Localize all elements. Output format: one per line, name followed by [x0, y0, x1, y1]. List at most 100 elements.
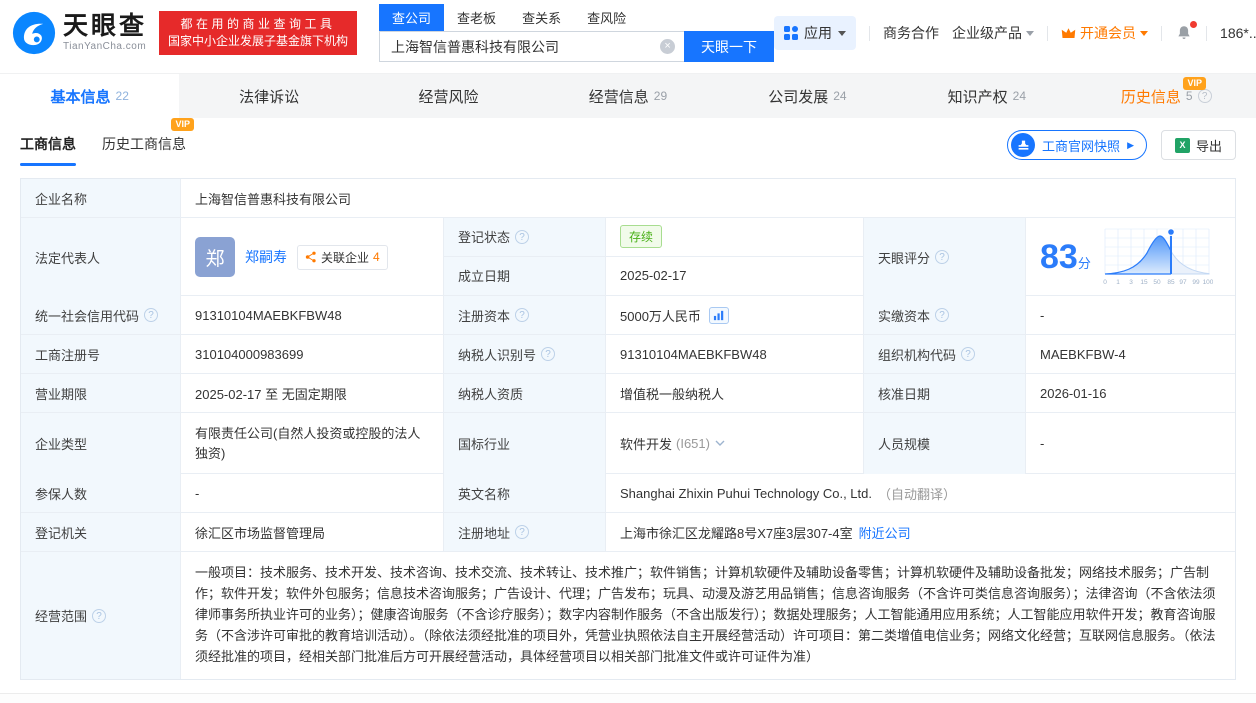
apps-menu[interactable]: 应用	[774, 16, 856, 50]
divider	[1047, 26, 1048, 41]
avatar[interactable]: 郑	[195, 237, 235, 277]
tab-history-info[interactable]: VIP 历史信息 5 ?	[1077, 74, 1256, 118]
uscc-label-cell: 统一社会信用代码 ?	[21, 296, 181, 334]
svg-text:97: 97	[1179, 279, 1187, 286]
staff-size-value: -	[1026, 413, 1235, 474]
tab-count: 29	[654, 89, 667, 103]
slogan-line2: 国家中小企业发展子基金旗下机构	[168, 33, 348, 50]
reg-capital-value: 5000万人民币	[620, 306, 701, 325]
related-label: 关联企业	[321, 249, 369, 266]
divider	[869, 26, 870, 41]
subtab-history-business-info[interactable]: VIP 历史工商信息	[102, 134, 186, 166]
score-cell[interactable]: 83分 0 1	[1026, 218, 1235, 296]
tab-legal-proceedings[interactable]: 法律诉讼	[179, 74, 358, 118]
est-date-label: 成立日期	[444, 257, 606, 296]
svg-text:0: 0	[1103, 279, 1107, 286]
table-row: 企业名称 上海智信普惠科技有限公司	[21, 179, 1235, 218]
vip-badge: VIP	[171, 118, 194, 131]
en-name-value: Shanghai Zhixin Puhui Technology Co., Lt…	[620, 486, 872, 501]
table-row: 经营范围 ? 一般项目：技术服务、技术开发、技术咨询、技术交流、技术转让、技术推…	[21, 552, 1235, 679]
clear-search-icon[interactable]: ×	[660, 39, 675, 54]
notifications-bell[interactable]	[1175, 24, 1193, 42]
search-tab-relation[interactable]: 查关系	[509, 4, 574, 31]
apps-grid-icon	[784, 26, 798, 40]
nav-enterprise-products[interactable]: 企业级产品	[952, 23, 1034, 43]
notification-dot	[1190, 21, 1197, 28]
en-name-label: 英文名称	[444, 474, 606, 512]
tab-count: 24	[833, 89, 846, 103]
score-label: 天眼评分	[878, 248, 930, 267]
help-icon[interactable]: ?	[961, 347, 975, 361]
help-icon[interactable]: ?	[144, 308, 158, 322]
table-row: 统一社会信用代码 ? 91310104MAEBKFBW48 注册资本 ? 500…	[21, 296, 1235, 335]
score-distribution-chart: 0 1 3 15 50 85 97 99 100	[1101, 225, 1213, 289]
export-button[interactable]: X 导出	[1161, 130, 1236, 160]
capital-chart-icon[interactable]	[709, 307, 729, 324]
address-cell: 上海市徐汇区龙耀路8号X7座3层307-4室 附近公司	[606, 513, 1235, 551]
svg-text:3: 3	[1129, 279, 1133, 286]
legal-rep-name-link[interactable]: 郑嗣寿	[245, 247, 287, 267]
legal-rep-cell: 郑 郑嗣寿 关联企业 4	[181, 218, 444, 296]
help-icon[interactable]: ?	[1198, 89, 1212, 103]
scope-label-cell: 经营范围 ?	[21, 552, 181, 679]
subtab-business-info[interactable]: 工商信息	[20, 134, 76, 166]
nearby-companies-link[interactable]: 附近公司	[859, 523, 911, 542]
legal-rep-label: 法定代表人	[21, 218, 181, 296]
search-tab-boss[interactable]: 查老板	[444, 4, 509, 31]
table-row: 营业期限 2025-02-17 至 无固定期限 纳税人资质 增值税一般纳税人 核…	[21, 374, 1235, 413]
score-number: 83	[1040, 238, 1078, 276]
paid-capital-value: -	[1026, 296, 1235, 334]
table-row: 参保人数 - 英文名称 Shanghai Zhixin Puhui Techno…	[21, 474, 1235, 513]
search-tab-company[interactable]: 查公司	[379, 4, 444, 31]
tab-label: 经营信息	[589, 86, 649, 107]
stamp-icon	[1011, 133, 1035, 157]
company-name-label: 企业名称	[21, 179, 181, 217]
score-unit: 分	[1078, 256, 1091, 271]
help-icon[interactable]: ?	[935, 308, 949, 322]
chevron-down-icon[interactable]	[715, 440, 725, 447]
reg-no-label: 工商注册号	[21, 335, 181, 373]
related-companies-badge[interactable]: 关联企业 4	[297, 245, 388, 270]
help-icon[interactable]: ?	[92, 609, 106, 623]
help-icon[interactable]: ?	[935, 250, 949, 264]
tab-label: 基本信息	[51, 86, 111, 107]
industry-label: 国标行业	[444, 413, 606, 474]
table-row: 成立日期 2025-02-17	[444, 257, 864, 296]
excel-icon: X	[1175, 138, 1190, 153]
help-icon[interactable]: ?	[515, 525, 529, 539]
tianyancha-logo[interactable]: 天眼查 TianYanCha.com	[12, 11, 147, 55]
help-icon[interactable]: ?	[515, 308, 529, 322]
tab-basic-info[interactable]: 基本信息 22	[0, 74, 179, 118]
nav-business-cooperation[interactable]: 商务合作	[883, 23, 939, 43]
tab-label: 历史信息	[1121, 86, 1181, 107]
tab-operation-risk[interactable]: 经营风险	[359, 74, 538, 118]
apps-label: 应用	[804, 23, 832, 43]
company-type-value: 有限责任公司(自然人投资或控股的法人独资)	[181, 413, 444, 474]
user-account[interactable]: 186*...	[1220, 25, 1256, 41]
scope-label: 经营范围	[35, 606, 87, 625]
search-tab-risk[interactable]: 查风险	[574, 4, 639, 31]
tab-label: 公司发展	[768, 86, 828, 107]
tab-company-development[interactable]: 公司发展 24	[718, 74, 897, 118]
header-nav: 应用 商务合作 企业级产品 开通会员 186*...	[774, 16, 1256, 50]
company-name-value: 上海智信普惠科技有限公司	[181, 179, 1235, 217]
vip-badge: VIP	[1183, 77, 1206, 90]
nav-open-vip[interactable]: 开通会员	[1061, 23, 1148, 43]
table-row: 法定代表人 郑 郑嗣寿 关联企业 4 登记状态 ? 存续	[21, 218, 1235, 296]
tab-intellectual-property[interactable]: 知识产权 24	[897, 74, 1076, 118]
official-snapshot-button[interactable]: 工商官网快照 ▶	[1007, 130, 1147, 160]
help-icon[interactable]: ?	[515, 230, 529, 244]
svg-text:85: 85	[1167, 279, 1175, 286]
search-button[interactable]: 天眼一下	[684, 31, 774, 62]
slogan-banner: 都在用的商业查询工具 国家中小企业发展子基金旗下机构	[159, 11, 357, 55]
brand-name: 天眼查	[63, 14, 147, 39]
industry-value: 软件开发	[620, 434, 672, 453]
insured-value: -	[181, 474, 444, 512]
tab-operation-info[interactable]: 经营信息 29	[538, 74, 717, 118]
divider	[1206, 26, 1207, 41]
svg-text:50: 50	[1153, 279, 1161, 286]
help-icon[interactable]: ?	[541, 347, 555, 361]
org-code-value: MAEBKFBW-4	[1026, 335, 1235, 373]
search-input[interactable]	[379, 31, 684, 62]
chevron-down-icon	[1026, 31, 1034, 40]
